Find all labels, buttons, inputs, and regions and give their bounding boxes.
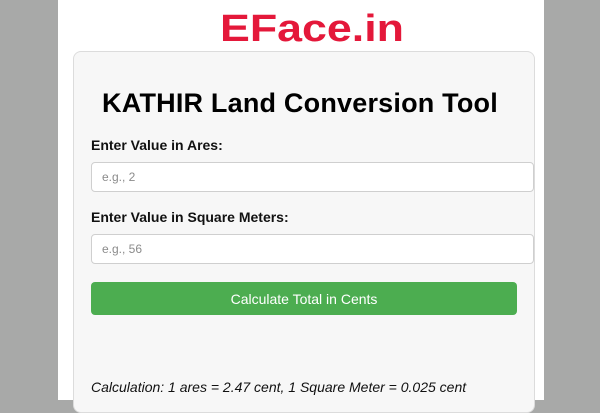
logo-text: EFace.in bbox=[220, 8, 404, 48]
calculate-button[interactable]: Calculate Total in Cents bbox=[91, 282, 517, 315]
eface-logo[interactable]: EFace.in bbox=[218, 6, 408, 48]
ares-input[interactable] bbox=[91, 162, 534, 192]
ares-label: Enter Value in Ares: bbox=[91, 137, 223, 153]
square-meters-input[interactable] bbox=[91, 234, 534, 264]
calculation-note: Calculation: 1 ares = 2.47 cent, 1 Squar… bbox=[91, 379, 467, 395]
square-meters-label: Enter Value in Square Meters: bbox=[91, 209, 289, 225]
page-title: KATHIR Land Conversion Tool bbox=[102, 88, 498, 118]
